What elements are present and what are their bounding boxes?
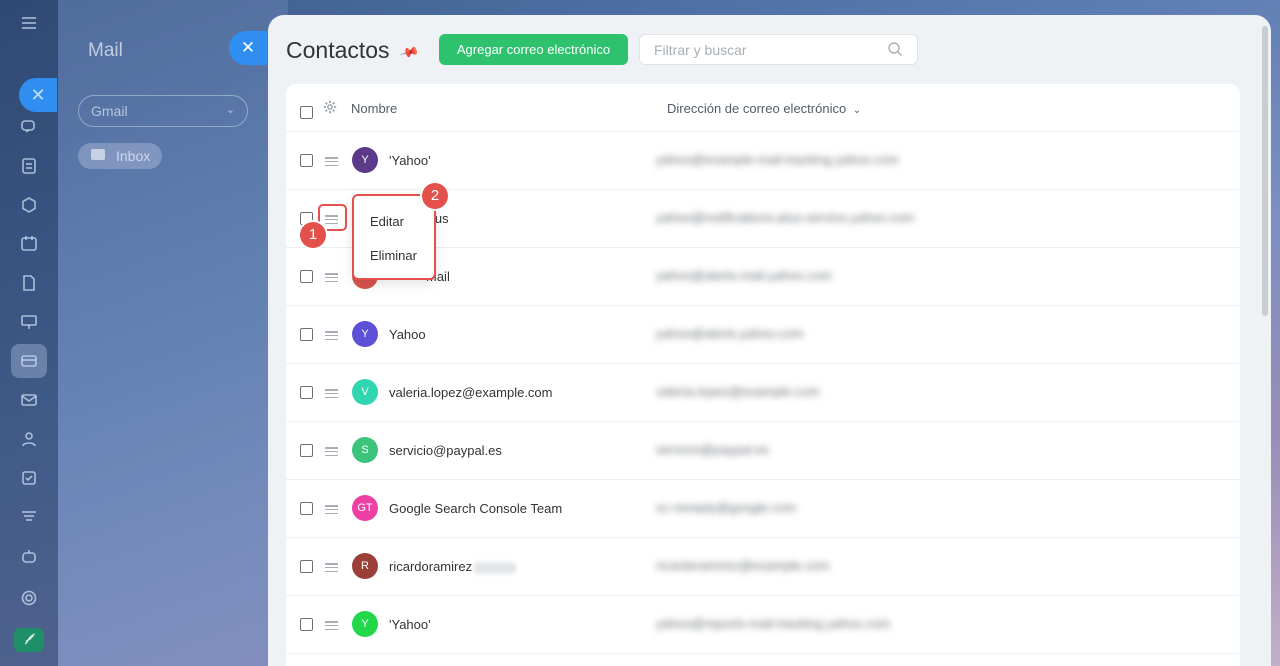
- mailbox-select[interactable]: Gmail ⌄: [78, 95, 248, 127]
- robot-icon[interactable]: [16, 543, 42, 569]
- avatar: Y: [352, 611, 378, 637]
- select-all-checkbox[interactable]: [300, 106, 313, 119]
- drag-handle-icon[interactable]: [325, 331, 338, 341]
- gear-icon[interactable]: [323, 100, 337, 114]
- avatar: V: [352, 379, 378, 405]
- drag-handle-icon[interactable]: [325, 157, 338, 167]
- scrollbar[interactable]: [1262, 26, 1268, 316]
- table-row[interactable]: Y Yahoo yahoo@alerts.yahoo.com: [286, 306, 1240, 364]
- settings-icon[interactable]: [16, 585, 42, 611]
- drag-handle-icon[interactable]: [325, 505, 338, 515]
- column-header-email[interactable]: Dirección de correo electrónico ⌄: [667, 101, 861, 116]
- contact-email: yahoo@reports-mail-tracking.yahoo.com: [656, 616, 891, 631]
- table-row[interactable]: R ricardoramirez ricardoramirez@example.…: [286, 538, 1240, 596]
- left-rail: ✕: [0, 0, 58, 666]
- avatar: R: [352, 553, 378, 579]
- redacted-text: [474, 561, 517, 574]
- drag-handle-icon[interactable]: [325, 447, 338, 457]
- table-row[interactable]: Y 'Yahoo' yahoo@reports-mail-tracking.ya…: [286, 596, 1240, 654]
- page-title: Contactos: [286, 37, 390, 63]
- contacts-table: Nombre Dirección de correo electrónico ⌄…: [286, 84, 1240, 666]
- menu-icon[interactable]: [16, 10, 42, 36]
- drag-handle-icon[interactable]: [325, 621, 338, 631]
- column-header-name[interactable]: Nombre: [351, 101, 397, 116]
- pin-icon[interactable]: 📌: [398, 42, 421, 64]
- inbox-label: Inbox: [116, 148, 151, 164]
- contacts-icon[interactable]: [16, 426, 42, 452]
- contact-name[interactable]: Google Search Console Team: [389, 501, 562, 516]
- contact-email: ricardoramirez@example.com: [656, 558, 830, 573]
- row-checkbox[interactable]: [300, 560, 313, 573]
- column-header-email-label: Dirección de correo electrónico: [667, 101, 847, 116]
- contact-email: yahoo@example-mail-tracking.yahoo.com: [656, 152, 899, 167]
- rocket-icon[interactable]: [14, 628, 44, 652]
- table-row[interactable]: Y 'Yahoo' yahoo@example-mail-tracking.ya…: [286, 132, 1240, 190]
- row-checkbox[interactable]: [300, 328, 313, 341]
- avatar: GT: [352, 495, 378, 521]
- table-row[interactable]: S servicio@paypal.es servicio@paypal.es: [286, 422, 1240, 480]
- envelope-icon: [91, 149, 105, 160]
- mail-background-panel: Mail Gmail ⌄ Inbox: [58, 0, 288, 666]
- hexagon-icon[interactable]: [16, 192, 42, 218]
- row-context-menu: Editar Eliminar: [352, 194, 436, 280]
- chevron-down-icon: ⌄: [225, 104, 235, 116]
- menu-item-edit[interactable]: Editar: [370, 214, 404, 229]
- presentation-icon[interactable]: [16, 309, 42, 335]
- feed-icon[interactable]: [16, 153, 42, 179]
- search-icon[interactable]: [887, 41, 903, 57]
- rail-close-icon[interactable]: ✕: [19, 78, 57, 112]
- calendar-icon[interactable]: [16, 230, 42, 256]
- table-row[interactable]: V valeria.lopez@example.com valeria.lope…: [286, 364, 1240, 422]
- step-marker-1: 1: [300, 222, 326, 248]
- add-email-button[interactable]: Agregar correo electrónico: [439, 34, 628, 65]
- contact-email: yahoo@alerts-mail.yahoo.com: [656, 268, 832, 283]
- avatar: Y: [352, 321, 378, 347]
- contact-name[interactable]: lus: [432, 211, 449, 226]
- contact-email: yahoo@notifications-plus-service.yahoo.c…: [656, 210, 915, 225]
- step-marker-2: 2: [422, 183, 448, 209]
- close-slider-button[interactable]: ✕: [229, 31, 267, 65]
- chevron-down-icon: ⌄: [852, 105, 862, 116]
- contact-name[interactable]: ricardoramirez: [389, 559, 517, 574]
- filter-icon[interactable]: [16, 504, 42, 530]
- inbox-chip[interactable]: Inbox: [78, 143, 162, 169]
- document-icon[interactable]: [16, 270, 42, 296]
- row-checkbox[interactable]: [300, 270, 313, 283]
- avatar: Y: [352, 147, 378, 173]
- menu-item-delete[interactable]: Eliminar: [370, 248, 417, 263]
- mailbox-select-value: Gmail: [91, 103, 128, 119]
- contact-name[interactable]: 'Yahoo': [389, 617, 431, 632]
- table-header: Nombre Dirección de correo electrónico ⌄: [286, 84, 1240, 132]
- search-input[interactable]: [639, 34, 918, 65]
- row-checkbox[interactable]: [300, 502, 313, 515]
- avatar: S: [352, 437, 378, 463]
- contact-email: servicio@paypal.es: [656, 442, 769, 457]
- row-checkbox[interactable]: [300, 444, 313, 457]
- row-checkbox[interactable]: [300, 386, 313, 399]
- drag-handle-icon[interactable]: [325, 273, 338, 283]
- contact-name[interactable]: servicio@paypal.es: [389, 443, 502, 458]
- drag-handle-icon[interactable]: [325, 563, 338, 573]
- table-row[interactable]: GT Google Search Console Team sc-noreply…: [286, 480, 1240, 538]
- tasks-icon[interactable]: [16, 465, 42, 491]
- chat-icon[interactable]: [16, 114, 42, 140]
- contacts-slider: Contactos 📌 Agregar correo electrónico N…: [268, 15, 1271, 666]
- drag-handle-icon[interactable]: [325, 389, 338, 399]
- contact-name[interactable]: 'Yahoo': [389, 153, 431, 168]
- contact-email: sc-noreply@google.com: [656, 500, 797, 515]
- contact-email: yahoo@alerts.yahoo.com: [656, 326, 804, 341]
- mail-title: Mail: [88, 40, 123, 61]
- crm-icon[interactable]: [16, 348, 42, 374]
- contact-name-text: ricardoramirez: [389, 559, 473, 574]
- row-checkbox[interactable]: [300, 618, 313, 631]
- contact-name[interactable]: valeria.lopez@example.com: [389, 385, 553, 400]
- contact-name[interactable]: Yahoo: [389, 327, 426, 342]
- contact-email: valeria.lopez@example.com: [656, 384, 820, 399]
- row-checkbox[interactable]: [300, 154, 313, 167]
- mail-icon[interactable]: [16, 387, 42, 413]
